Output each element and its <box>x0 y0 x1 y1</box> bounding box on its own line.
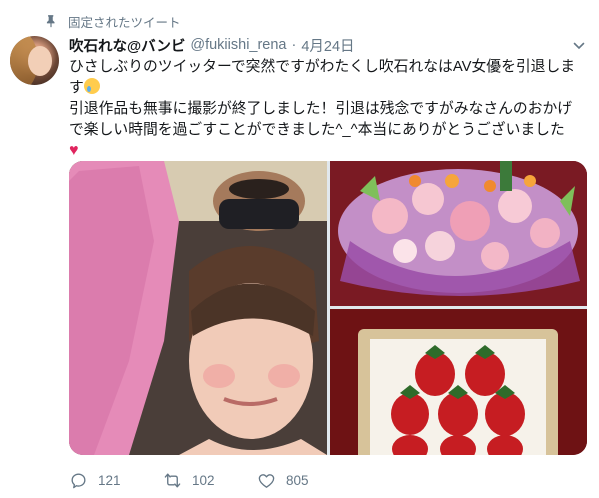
user-handle[interactable]: @fukiishi_rena <box>190 37 286 53</box>
tweet-line-heart: ♥ <box>69 141 589 162</box>
crying-face-emoji-icon <box>83 78 100 94</box>
pin-icon <box>46 15 55 28</box>
tweet-header: 吹石れな@バンビ @fukiishi_rena · 4月24日 <box>69 35 355 55</box>
chevron-down-icon[interactable] <box>573 40 585 52</box>
reply-icon <box>71 472 86 488</box>
pinned-label: 固定されたツイート <box>68 15 181 30</box>
retweet-button[interactable]: 102 <box>163 471 257 490</box>
heart-icon <box>258 473 275 488</box>
flower-bouquet-photo[interactable] <box>330 161 587 306</box>
tweet-line: ひさしぶりのツイッターで突然ですがわたくし吹石れなはAV女優を引退しま <box>69 59 576 75</box>
tweet-actions: 121 102 805 <box>69 469 351 491</box>
tweet-line-with-emoji: す <box>69 78 589 99</box>
strawberries-photo[interactable] <box>330 309 587 455</box>
tweet-line: 引退作品も無事に撮影が終了しました！引退は残念ですがみなさんのおかげ <box>69 101 573 117</box>
media-grid <box>69 161 587 455</box>
reply-count: 121 <box>98 472 121 488</box>
selfie-photo[interactable] <box>69 161 327 455</box>
tweet-line: で楽しい時間を過ごすことができました^_^本当にありがとうございました <box>69 122 565 138</box>
avatar[interactable] <box>10 36 59 85</box>
red-heart-emoji-icon: ♥ <box>69 142 79 159</box>
tweet-date[interactable]: 4月24日 <box>301 35 354 56</box>
retweet-count: 102 <box>192 472 215 488</box>
display-name[interactable]: 吹石れな@バンビ <box>69 35 185 56</box>
like-button[interactable]: 805 <box>257 471 351 490</box>
pinned-indicator: 固定されたツイート <box>44 12 181 30</box>
separator-dot: · <box>291 37 297 53</box>
retweet-icon <box>164 472 181 488</box>
like-count: 805 <box>286 472 309 488</box>
reply-button[interactable]: 121 <box>69 471 163 490</box>
tweet-line: す <box>69 80 84 96</box>
tweet-text: ひさしぶりのツイッターで突然ですがわたくし吹石れなはAV女優を引退しま す 引退… <box>69 57 589 162</box>
pinned-tweet[interactable]: 固定されたツイート 吹石れな@バンビ @fukiishi_rena · 4月24… <box>0 0 599 498</box>
